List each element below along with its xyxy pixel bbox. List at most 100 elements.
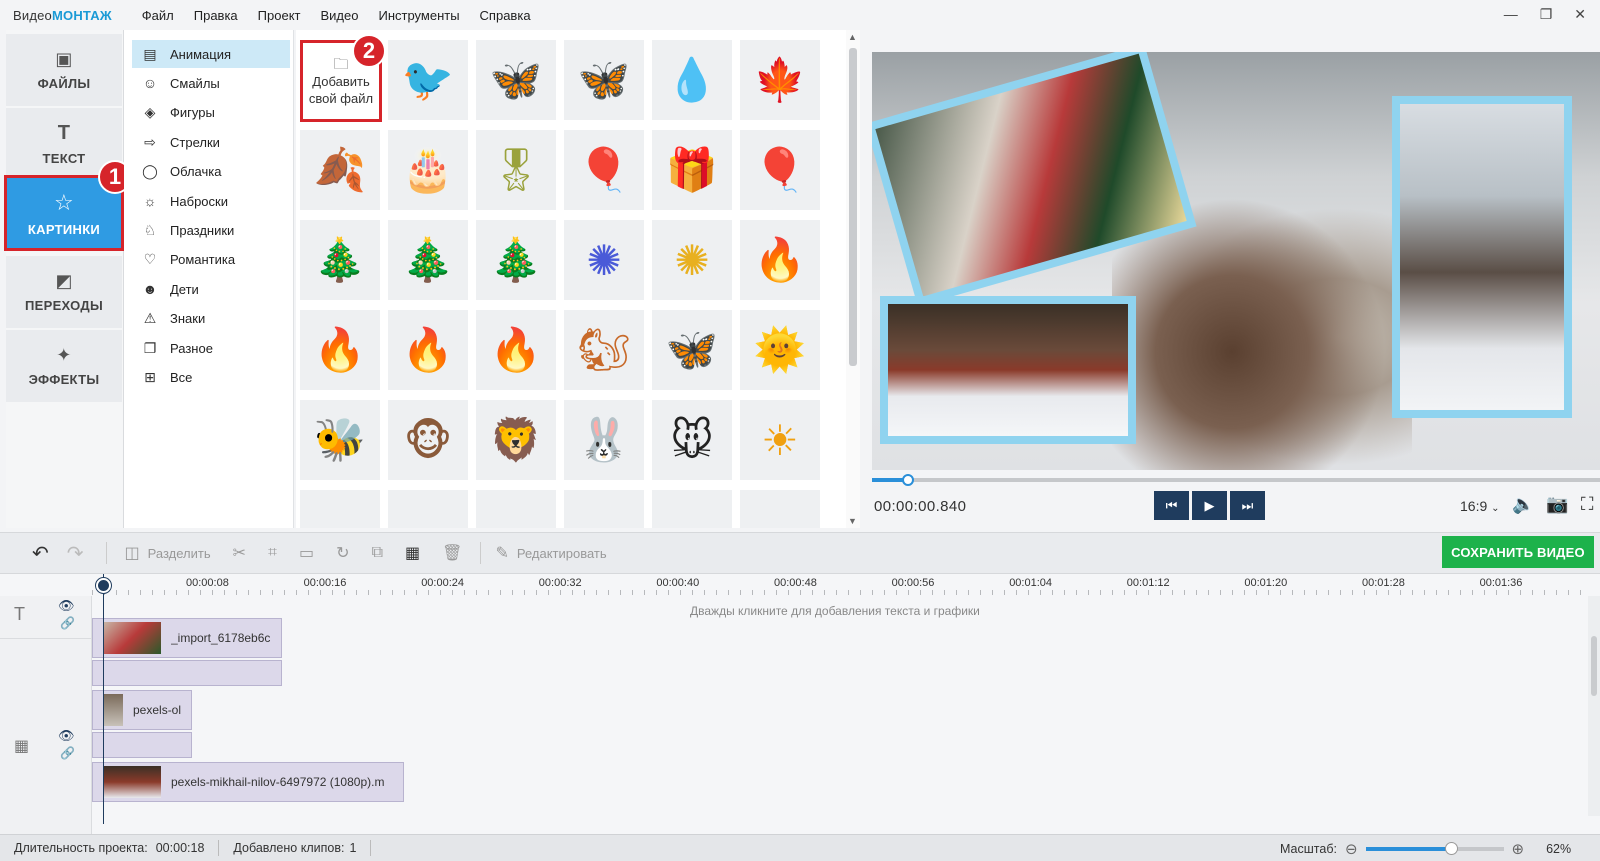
- xmas-tree-snow-icon[interactable]: 🎄: [476, 220, 556, 300]
- scroll-thumb[interactable]: [1591, 636, 1597, 696]
- bee-kid-icon[interactable]: 🐝: [300, 400, 380, 480]
- gallery-item[interactable]: [564, 490, 644, 528]
- clip-overlay-bar[interactable]: [92, 732, 192, 758]
- playhead-line[interactable]: [103, 574, 104, 824]
- menu-project[interactable]: Проект: [258, 8, 301, 23]
- menu-file[interactable]: Файл: [142, 8, 174, 23]
- eye-icon[interactable]: 👁: [58, 598, 75, 614]
- crop-icon[interactable]: ⌗: [268, 544, 277, 562]
- firework-color-icon[interactable]: ✺: [652, 220, 732, 300]
- undo-icon[interactable]: ↶: [32, 541, 49, 566]
- category-item[interactable]: ◯ Облачка: [132, 158, 290, 186]
- eye-icon[interactable]: 👁: [58, 728, 75, 744]
- clip-pexels-mikhail[interactable]: pexels-mikhail-nilov-6497972 (1080p).m: [92, 762, 404, 802]
- rotate-icon[interactable]: ↻: [336, 543, 349, 563]
- fullscreen-icon[interactable]: ⛶: [1581, 494, 1594, 515]
- link-icon[interactable]: 🔗: [60, 746, 75, 760]
- fire-row-icon[interactable]: 🔥: [476, 310, 556, 390]
- save-video-button[interactable]: СОХРАНИТЬ ВИДЕО: [1442, 536, 1594, 568]
- bunny-icon[interactable]: 🐰: [564, 400, 644, 480]
- mickey-icon[interactable]: 🐭: [652, 400, 732, 480]
- category-item[interactable]: ⇨ Стрелки: [132, 128, 290, 156]
- monkey-icon[interactable]: 🐵: [388, 400, 468, 480]
- category-item[interactable]: ♡ Романтика: [132, 246, 290, 274]
- gallery-item[interactable]: [476, 490, 556, 528]
- category-item[interactable]: ⊞ Все: [132, 363, 290, 391]
- lion-icon[interactable]: 🦁: [476, 400, 556, 480]
- squirrel-icon[interactable]: 🐿: [564, 310, 644, 390]
- zoom-slider[interactable]: [1365, 841, 1504, 855]
- menu-help[interactable]: Справка: [480, 8, 531, 23]
- zoom-knob[interactable]: [1445, 841, 1459, 855]
- gallery-item[interactable]: [740, 490, 820, 528]
- menu-edit[interactable]: Правка: [194, 8, 238, 23]
- sun-face-icon[interactable]: 🌞: [740, 310, 820, 390]
- menu-video[interactable]: Видео: [321, 8, 359, 23]
- video-preview[interactable]: [872, 52, 1600, 470]
- drops-icon[interactable]: 💧: [652, 40, 732, 120]
- tab-transitions[interactable]: ◩ ПЕРЕХОДЫ: [6, 256, 122, 328]
- balloons-red-icon[interactable]: 🎈: [740, 130, 820, 210]
- xmas-tree-icon[interactable]: 🎄: [388, 220, 468, 300]
- gift-icon[interactable]: 🎁: [652, 130, 732, 210]
- tab-effects[interactable]: ✦ ЭФФЕКТЫ: [6, 330, 122, 402]
- butterfly-cyan-icon[interactable]: 🦋: [476, 40, 556, 120]
- gallery-scrollbar[interactable]: ▲ ▼: [846, 30, 860, 528]
- firework-blue-icon[interactable]: ✺: [564, 220, 644, 300]
- play-button[interactable]: ▶: [1192, 491, 1227, 520]
- fire-small-icon[interactable]: 🔥: [300, 310, 380, 390]
- link-icon[interactable]: 🔗: [60, 616, 75, 630]
- prev-frame-button[interactable]: ⏮: [1154, 491, 1189, 520]
- autumn-leaves-icon[interactable]: 🍂: [300, 130, 380, 210]
- category-item[interactable]: ❐ Разное: [132, 334, 290, 362]
- xmas-tree-lights-icon[interactable]: 🎄: [300, 220, 380, 300]
- scroll-down-icon[interactable]: ▼: [848, 516, 857, 526]
- menu-tools[interactable]: Инструменты: [378, 8, 459, 23]
- timeline-scrollbar[interactable]: [1588, 596, 1600, 816]
- speed-icon[interactable]: ⧉: [372, 544, 383, 562]
- clip-overlay-bar[interactable]: [92, 660, 282, 686]
- butterfly-blue-icon[interactable]: 🦋: [564, 40, 644, 120]
- next-frame-button[interactable]: ⏭: [1230, 491, 1265, 520]
- gallery-item[interactable]: [388, 490, 468, 528]
- scroll-thumb[interactable]: [849, 48, 857, 366]
- progress-knob[interactable]: [902, 474, 915, 486]
- split-button[interactable]: ◫ Разделить: [125, 543, 211, 563]
- flame-thin-icon[interactable]: 🔥: [740, 220, 820, 300]
- gallery-item[interactable]: [652, 490, 732, 528]
- category-item[interactable]: ☻ Дети: [132, 275, 290, 303]
- zoom-in-icon[interactable]: ⊕: [1512, 840, 1525, 858]
- maple-leaf-icon[interactable]: 🍁: [740, 40, 820, 120]
- frame-icon[interactable]: ▭: [299, 543, 314, 563]
- edit-button[interactable]: ✎ Редактировать: [495, 543, 606, 563]
- volume-icon[interactable]: 🔈: [1512, 494, 1534, 515]
- trash-icon[interactable]: 🗑: [442, 543, 462, 563]
- scroll-up-icon[interactable]: ▲: [848, 32, 857, 42]
- category-item[interactable]: ⚠ Знаки: [132, 305, 290, 333]
- butterfly-pink-icon[interactable]: 🦋: [652, 310, 732, 390]
- cake-icon[interactable]: 🎂: [388, 130, 468, 210]
- cut-icon[interactable]: ✂: [233, 543, 246, 563]
- aspect-ratio-select[interactable]: 16:9 ⌄: [1460, 498, 1500, 514]
- category-item[interactable]: ◈ Фигуры: [132, 99, 290, 127]
- category-item[interactable]: ☺ Смайлы: [132, 69, 290, 97]
- minimize-icon[interactable]: —: [1504, 6, 1518, 23]
- fire-big-icon[interactable]: 🔥: [388, 310, 468, 390]
- category-item[interactable]: ♘ Праздники: [132, 216, 290, 244]
- timeline-hint[interactable]: Дважды кликните для добавления текста и …: [690, 604, 980, 618]
- zoom-out-icon[interactable]: ⊖: [1345, 840, 1358, 858]
- balloons-gold-icon[interactable]: 🎈: [564, 130, 644, 210]
- sun-icon[interactable]: ☀: [740, 400, 820, 480]
- add-clip-icon[interactable]: ▦: [405, 543, 420, 563]
- gallery-item[interactable]: [300, 490, 380, 528]
- tab-files[interactable]: ▣ ФАЙЛЫ: [6, 34, 122, 106]
- maximize-icon[interactable]: ❐: [1540, 6, 1553, 23]
- redo-icon[interactable]: ↷: [67, 541, 84, 566]
- category-item[interactable]: ▤ Анимация: [132, 40, 290, 68]
- camera-icon[interactable]: 📷: [1546, 494, 1568, 515]
- swallow-icon[interactable]: 🐦: [388, 40, 468, 120]
- category-item[interactable]: ☼ Наброски: [132, 187, 290, 215]
- clip-pexels-ol[interactable]: pexels-ol: [92, 690, 192, 730]
- clip-import[interactable]: _import_6178eb6c: [92, 618, 282, 658]
- banner-icon[interactable]: 🎖: [476, 130, 556, 210]
